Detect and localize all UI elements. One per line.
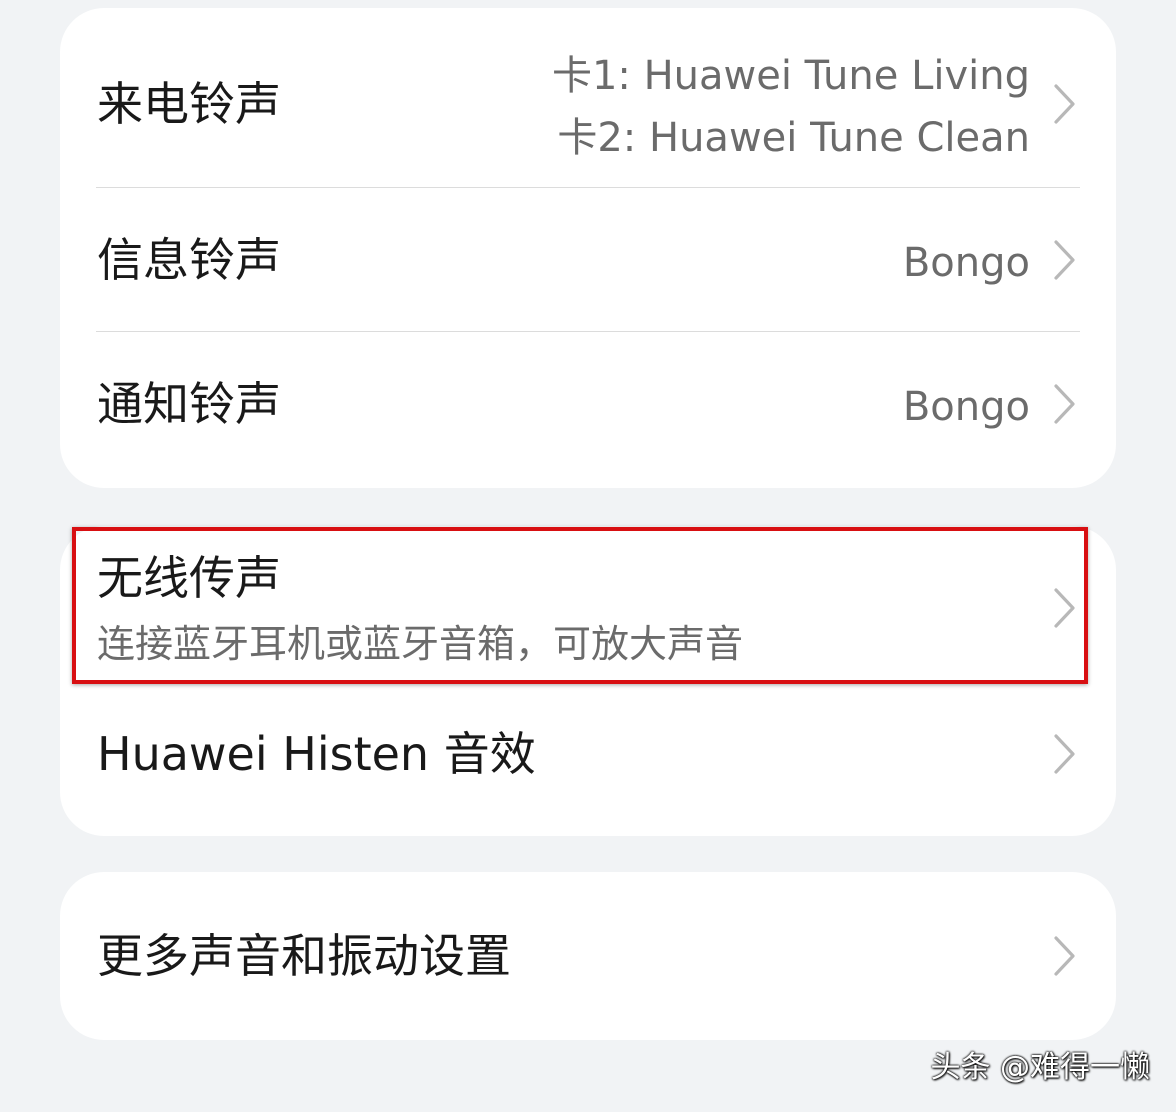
chevron-right-icon	[1052, 382, 1078, 426]
wireless-sound-row[interactable]: 无线传声 连接蓝牙耳机或蓝牙音箱，可放大声音	[60, 526, 1116, 682]
message-ringtone-row[interactable]: 信息铃声 Bongo	[60, 188, 1116, 332]
sim1-ringtone-value: 卡1: Huawei Tune Living	[551, 53, 1030, 99]
incoming-call-ringtone-label: 来电铃声	[97, 77, 281, 131]
more-sound-vibration-settings-row[interactable]: 更多声音和振动设置	[60, 872, 1116, 1040]
wireless-sound-subtitle: 连接蓝牙耳机或蓝牙音箱，可放大声音	[97, 622, 744, 666]
chevron-right-icon	[1052, 586, 1078, 630]
watermark: 头条 @难得一懒	[930, 1050, 1150, 1085]
message-ringtone-value: Bongo	[902, 240, 1030, 286]
chevron-right-icon	[1052, 934, 1078, 978]
incoming-call-ringtone-row[interactable]: 来电铃声 卡1: Huawei Tune Living 卡2: Huawei T…	[60, 8, 1116, 188]
chevron-right-icon	[1052, 732, 1078, 776]
sim2-ringtone-value: 卡2: Huawei Tune Clean	[557, 115, 1030, 161]
sound-effects-card: 无线传声 连接蓝牙耳机或蓝牙音箱，可放大声音 Huawei Histen 音效	[60, 526, 1116, 836]
message-ringtone-label: 信息铃声	[97, 233, 281, 287]
more-settings-card: 更多声音和振动设置	[60, 872, 1116, 1040]
notification-ringtone-row[interactable]: 通知铃声 Bongo	[60, 332, 1116, 488]
chevron-right-icon	[1052, 82, 1078, 126]
wireless-sound-label: 无线传声	[97, 551, 281, 605]
chevron-right-icon	[1052, 238, 1078, 282]
histen-sound-effect-label: Huawei Histen 音效	[97, 727, 536, 781]
notification-ringtone-value: Bongo	[902, 384, 1030, 430]
ringtones-card: 来电铃声 卡1: Huawei Tune Living 卡2: Huawei T…	[60, 8, 1116, 488]
histen-sound-effect-row[interactable]: Huawei Histen 音效	[60, 682, 1116, 836]
more-sound-vibration-settings-label: 更多声音和振动设置	[97, 929, 511, 983]
notification-ringtone-label: 通知铃声	[97, 377, 281, 431]
